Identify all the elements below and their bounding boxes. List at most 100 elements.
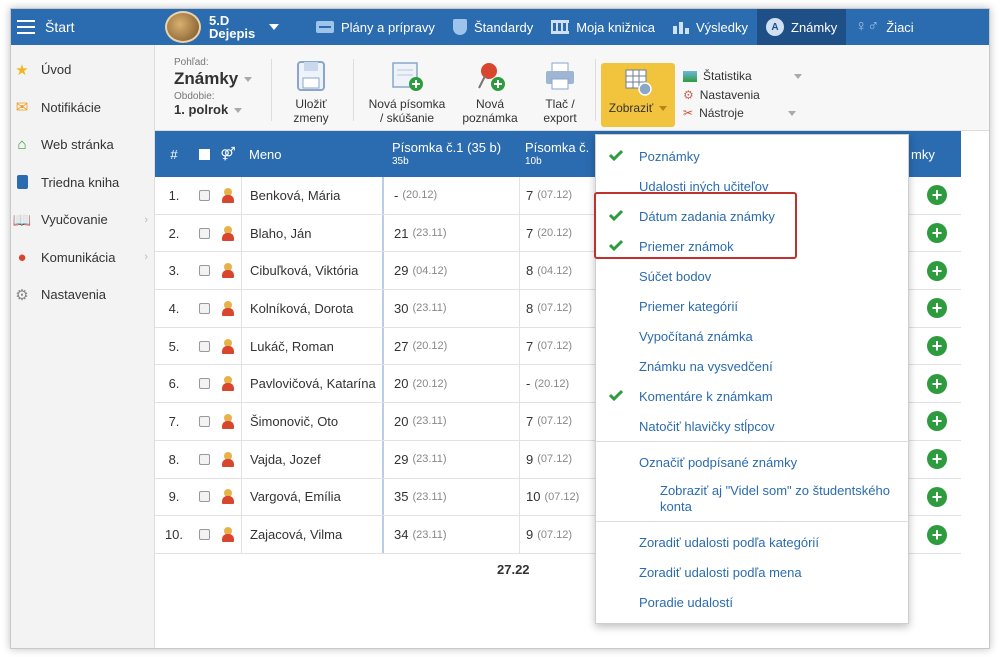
student-name[interactable]: Blaho, Ján (241, 214, 382, 252)
add-grade-button[interactable]: + (927, 298, 947, 319)
sidebar-item-communication[interactable]: ● Komunikácia › (11, 239, 154, 277)
row-checkbox[interactable] (198, 378, 210, 390)
menu-item-label: Natočiť hlavičky stĺpcov (639, 418, 775, 434)
header-name[interactable]: Meno (241, 147, 382, 162)
row-checkbox[interactable] (198, 415, 210, 427)
test-2-date: (07.12) (537, 340, 573, 353)
new-test-button[interactable]: Nová písomka / skúšanie (361, 59, 453, 126)
select-all-checkbox[interactable] (198, 148, 210, 160)
test-1-cell[interactable]: 34 (23.11) (382, 516, 519, 553)
test-1-cell[interactable]: 29 (23.11) (382, 440, 519, 478)
nav-results[interactable]: Výsledky (664, 9, 757, 45)
test-2-cell[interactable]: 8 (04.12) (519, 252, 599, 290)
app-window: Štart 5.D Dejepis Plány a prípravy Štand… (10, 8, 990, 649)
sidebar-item-website[interactable]: ⌂ Web stránka (11, 126, 154, 164)
test-1-cell[interactable]: 30 (23.11) (382, 290, 519, 327)
row-checkbox[interactable] (198, 189, 210, 201)
view-selector[interactable]: Pohľad: Známky Obdobie: 1. polrok (174, 57, 253, 118)
test-2-cell[interactable]: 9 (07.12) (519, 516, 599, 553)
nav-library[interactable]: Moja knižnica (542, 9, 664, 45)
sidebar-item-notifications[interactable]: ✉ Notifikácie (11, 89, 154, 127)
menu-item[interactable]: Označiť podpísané známky (596, 447, 910, 477)
row-checkbox[interactable] (198, 227, 210, 239)
row-checkbox[interactable] (198, 265, 210, 277)
nav-standards[interactable]: Štandardy (444, 9, 542, 45)
menu-item[interactable]: Natočiť hlavičky stĺpcov (596, 411, 910, 441)
nav-grades[interactable]: A Známky (757, 9, 847, 45)
nav-students[interactable]: ♀♂ Žiaci (846, 9, 922, 45)
test-2-cell[interactable]: 7 (07.12) (519, 403, 599, 440)
test-2-cell[interactable]: 7 (07.12) (519, 327, 599, 365)
test-1-cell[interactable]: - (20.12) (382, 177, 519, 214)
add-grade-button[interactable]: + (927, 411, 947, 432)
student-name[interactable]: Benková, Mária (241, 177, 382, 214)
menu-item[interactable]: Poradie udalostí (596, 587, 910, 617)
student-avatar-icon (222, 527, 234, 543)
statistics-menu[interactable]: Štatistika (683, 67, 802, 86)
menu-item[interactable]: Poznámky (596, 141, 910, 171)
period-selector[interactable]: 1. polrok (174, 102, 252, 118)
menu-item[interactable]: Zoradiť udalosti podľa mena (596, 557, 910, 587)
nav-plans[interactable]: Plány a prípravy (307, 9, 444, 45)
student-name[interactable]: Vargová, Emília (241, 478, 382, 516)
student-name[interactable]: Vajda, Jozef (241, 440, 382, 478)
test-1-cell[interactable]: 35 (23.11) (382, 478, 519, 516)
test-2-cell[interactable]: 7 (20.12) (519, 214, 599, 252)
test-1-cell[interactable]: 29 (04.12) (382, 252, 519, 290)
class-selector[interactable]: 5.D Dejepis (165, 9, 280, 45)
save-button[interactable]: Uložiť zmeny (281, 59, 341, 126)
settings-menu[interactable]: ⚙ Nastavenia (683, 86, 802, 105)
add-grade-button[interactable]: + (927, 185, 947, 206)
sidebar-item-teaching[interactable]: 📖 Vyučovanie › (11, 201, 154, 239)
menu-item[interactable]: Komentáre k známkam (596, 381, 910, 411)
menu-item[interactable]: Zobraziť aj "Videl som" zo študentského … (596, 481, 910, 517)
menu-item-label: Poznámky (639, 148, 700, 164)
test-2-cell[interactable]: 7 (07.12) (519, 177, 599, 214)
new-note-label-2: poznámka (462, 111, 518, 126)
header-test-1[interactable]: Písomka č.1 (35 b) 35b (382, 141, 519, 167)
student-name[interactable]: Lukáč, Roman (241, 327, 382, 365)
add-grade-button[interactable]: + (927, 260, 947, 281)
tools-menu[interactable]: ✂ Nástroje (683, 104, 802, 123)
sidebar-item-intro[interactable]: ★ Úvod (11, 51, 154, 89)
student-name[interactable]: Zajacová, Vilma (241, 516, 382, 553)
test-1-cell[interactable]: 21 (23.11) (382, 214, 519, 252)
row-checkbox[interactable] (198, 302, 210, 314)
test-2-cell[interactable]: 8 (07.12) (519, 290, 599, 327)
row-checkbox[interactable] (198, 340, 210, 352)
add-grade-button[interactable]: + (927, 373, 947, 394)
student-name[interactable]: Šimonovič, Oto (241, 403, 382, 440)
test-2-cell[interactable]: 10 (07.12) (519, 478, 599, 516)
test-2-cell[interactable]: - (20.12) (519, 365, 599, 403)
show-menu-button[interactable]: Zobraziť (601, 63, 675, 127)
add-grade-button[interactable]: + (927, 486, 947, 507)
row-checkbox[interactable] (198, 529, 210, 541)
add-grade-button[interactable]: + (927, 223, 947, 244)
student-name[interactable]: Cibuľková, Viktória (241, 252, 382, 290)
menu-item[interactable]: Vypočítaná známka (596, 321, 910, 351)
add-grade-button[interactable]: + (927, 449, 947, 470)
student-avatar-icon (222, 489, 234, 505)
plans-icon (316, 21, 334, 33)
row-checkbox[interactable] (198, 453, 210, 465)
new-note-button[interactable]: Nová poznámka (455, 59, 525, 126)
menu-item[interactable]: Priemer kategórií (596, 291, 910, 321)
add-grade-button[interactable]: + (927, 336, 947, 357)
print-export-button[interactable]: Tlač / export (529, 59, 591, 126)
sidebar-item-settings[interactable]: ⚙ Nastavenia (11, 276, 154, 314)
test-1-cell[interactable]: 27 (20.12) (382, 327, 519, 365)
test-1-cell[interactable]: 20 (23.11) (382, 403, 519, 440)
menu-item[interactable]: Zoradiť udalosti podľa kategórií (596, 527, 910, 557)
menu-item[interactable]: Známku na vysvedčení (596, 351, 910, 381)
student-name[interactable]: Pavlovičová, Katarína (241, 365, 382, 403)
header-test-2[interactable]: Písomka č. 10b (519, 141, 599, 167)
sidebar-item-class-book[interactable]: Triedna kniha (11, 164, 154, 202)
row-checkbox[interactable] (198, 491, 210, 503)
add-grade-button[interactable]: + (927, 524, 947, 545)
test-2-grade: 9 (526, 527, 534, 543)
test-2-cell[interactable]: 9 (07.12) (519, 440, 599, 478)
menu-item[interactable]: Súčet bodov (596, 261, 910, 291)
start-menu-button[interactable]: Štart (11, 9, 155, 45)
student-name[interactable]: Kolníková, Dorota (241, 290, 382, 327)
test-1-cell[interactable]: 20 (20.12) (382, 365, 519, 403)
